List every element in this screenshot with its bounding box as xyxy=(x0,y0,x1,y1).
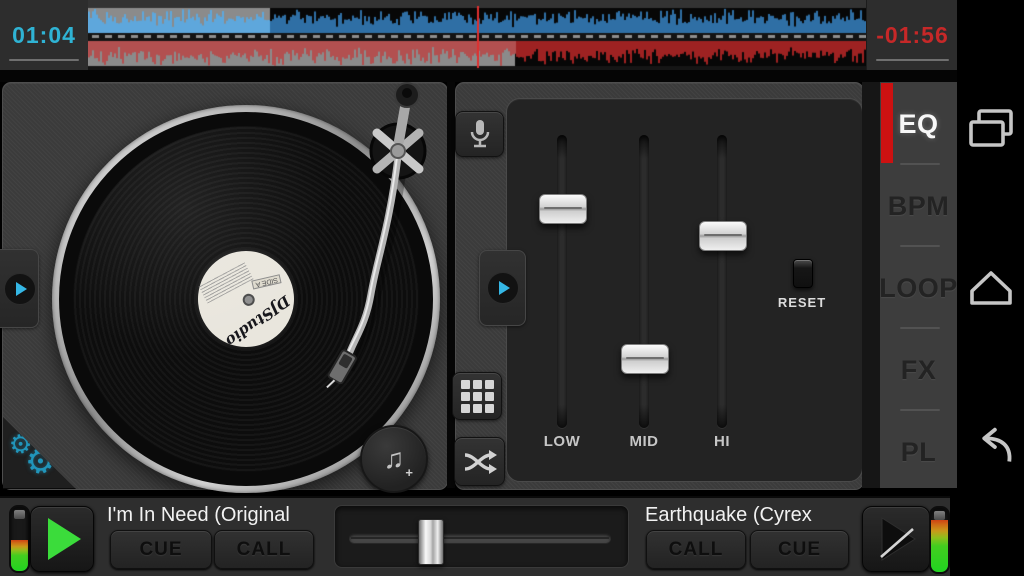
deck-b-vu-meter xyxy=(929,506,950,574)
deck-a-play-tab-icon xyxy=(4,273,36,305)
deck-a-time-display: 01:04 xyxy=(0,0,89,70)
music-note-add-icon: ♫ xyxy=(384,445,405,473)
deck-b-remaining-time: -01:56 xyxy=(867,22,958,49)
tab-loop[interactable]: LOOP xyxy=(880,248,957,328)
tab-divider xyxy=(900,327,940,329)
eq-panel: LOW MID HI RESET xyxy=(506,98,863,482)
deck-divider xyxy=(447,82,455,488)
eq-low-handle[interactable] xyxy=(539,194,587,224)
gear-icon: ⚙ xyxy=(21,442,59,482)
deck-a-time-underline xyxy=(9,59,79,61)
function-tab-strip: EQBPMLOOPFXPL xyxy=(880,82,957,488)
shuffle-button[interactable] xyxy=(454,437,505,486)
deck-b-cue-button[interactable]: CUE xyxy=(750,530,849,569)
vinyl-side-label: SIDE A xyxy=(252,274,282,289)
deck-b-play-button[interactable] xyxy=(862,506,930,572)
deck-b-play-icon xyxy=(873,515,919,563)
home-icon xyxy=(966,264,1016,308)
eq-slider-low xyxy=(532,135,592,430)
deck-a-panel: SIDE A DJStudio xyxy=(2,82,448,490)
deck-a-side-panel-toggle[interactable] xyxy=(0,249,39,328)
eq-low-track[interactable] xyxy=(557,135,567,428)
eq-hi-track[interactable] xyxy=(717,135,727,428)
eq-slider-mid xyxy=(614,135,674,430)
eq-hi-label: HI xyxy=(692,433,752,450)
tab-divider xyxy=(900,409,940,411)
crossfader-handle[interactable] xyxy=(418,519,444,565)
grid-icon xyxy=(461,380,494,413)
deck-a-elapsed-time: 01:04 xyxy=(0,22,88,49)
deck-b-call-button[interactable]: CALL xyxy=(646,530,746,569)
separator xyxy=(0,70,957,82)
vinyl-brand-label: DJStudio xyxy=(214,286,302,357)
eq-mid-label: MID xyxy=(614,433,674,450)
strip-divider xyxy=(862,82,880,488)
eq-mid-track[interactable] xyxy=(639,135,649,428)
load-track-button[interactable]: ♫ + xyxy=(360,425,428,493)
microphone-button[interactable] xyxy=(455,111,504,157)
nav-recents-button[interactable] xyxy=(965,103,1017,155)
microphone-icon xyxy=(468,119,492,149)
tab-bpm[interactable]: BPM xyxy=(880,166,957,246)
eq-low-label: LOW xyxy=(532,433,592,450)
nav-back-button[interactable] xyxy=(965,422,1017,474)
transport-bar: I'm In Need (Original CUE CALL Earthquak… xyxy=(0,496,950,576)
deck-a-vu-fill xyxy=(11,540,28,571)
settings-corner-button[interactable]: ⚙ ⚙ xyxy=(3,417,76,489)
eq-hi-handle[interactable] xyxy=(699,221,747,251)
back-icon xyxy=(965,425,1017,471)
nav-home-button[interactable] xyxy=(965,260,1017,312)
vinyl-label: SIDE A DJStudio xyxy=(181,234,311,364)
deck-b-play-tab-icon xyxy=(487,272,519,304)
tab-eq[interactable]: EQ xyxy=(880,84,957,164)
tab-divider xyxy=(900,245,940,247)
deck-b-track-title: Earthquake (Cyrex xyxy=(645,504,812,527)
tab-divider xyxy=(900,163,940,165)
eq-mid-handle[interactable] xyxy=(621,344,669,374)
deck-b-time-underline xyxy=(876,59,949,61)
crossfader xyxy=(334,505,629,568)
deck-a-play-button[interactable] xyxy=(30,506,94,572)
dj-studio-screen: 01:04 -01:56 SIDE A DJStudio xyxy=(0,0,1024,576)
waveform-display[interactable] xyxy=(88,0,866,70)
deck-a-cue-button[interactable]: CUE xyxy=(110,530,212,569)
deck-b-side-panel-toggle[interactable] xyxy=(479,250,526,326)
tab-pl[interactable]: PL xyxy=(880,412,957,492)
deck-b-vu-fill xyxy=(931,520,948,572)
plus-icon: + xyxy=(405,465,413,480)
deck-a-track-title: I'm In Need (Original xyxy=(107,504,290,527)
vinyl-label-fineprint xyxy=(198,261,253,303)
crossfader-track[interactable] xyxy=(349,533,611,543)
deck-a-play-icon xyxy=(39,515,85,563)
eq-reset-label: RESET xyxy=(762,295,842,310)
tonearm xyxy=(301,79,451,399)
spindle-hole xyxy=(241,292,257,308)
deck-b-time-display: -01:56 xyxy=(866,0,958,70)
sampler-pads-button[interactable] xyxy=(452,372,502,420)
deck-a-vu-cap xyxy=(14,510,25,519)
android-nav-bar xyxy=(957,0,1024,576)
deck-a-call-button[interactable]: CALL xyxy=(214,530,314,569)
deck-b-vu-cap xyxy=(934,511,945,520)
topbar: 01:04 -01:56 xyxy=(0,0,957,70)
eq-slider-hi xyxy=(692,135,752,430)
shuffle-icon xyxy=(463,448,497,476)
recents-icon xyxy=(966,108,1016,150)
eq-reset-button[interactable] xyxy=(793,259,813,288)
tab-fx[interactable]: FX xyxy=(880,330,957,410)
deck-a-vu-meter xyxy=(9,505,30,573)
